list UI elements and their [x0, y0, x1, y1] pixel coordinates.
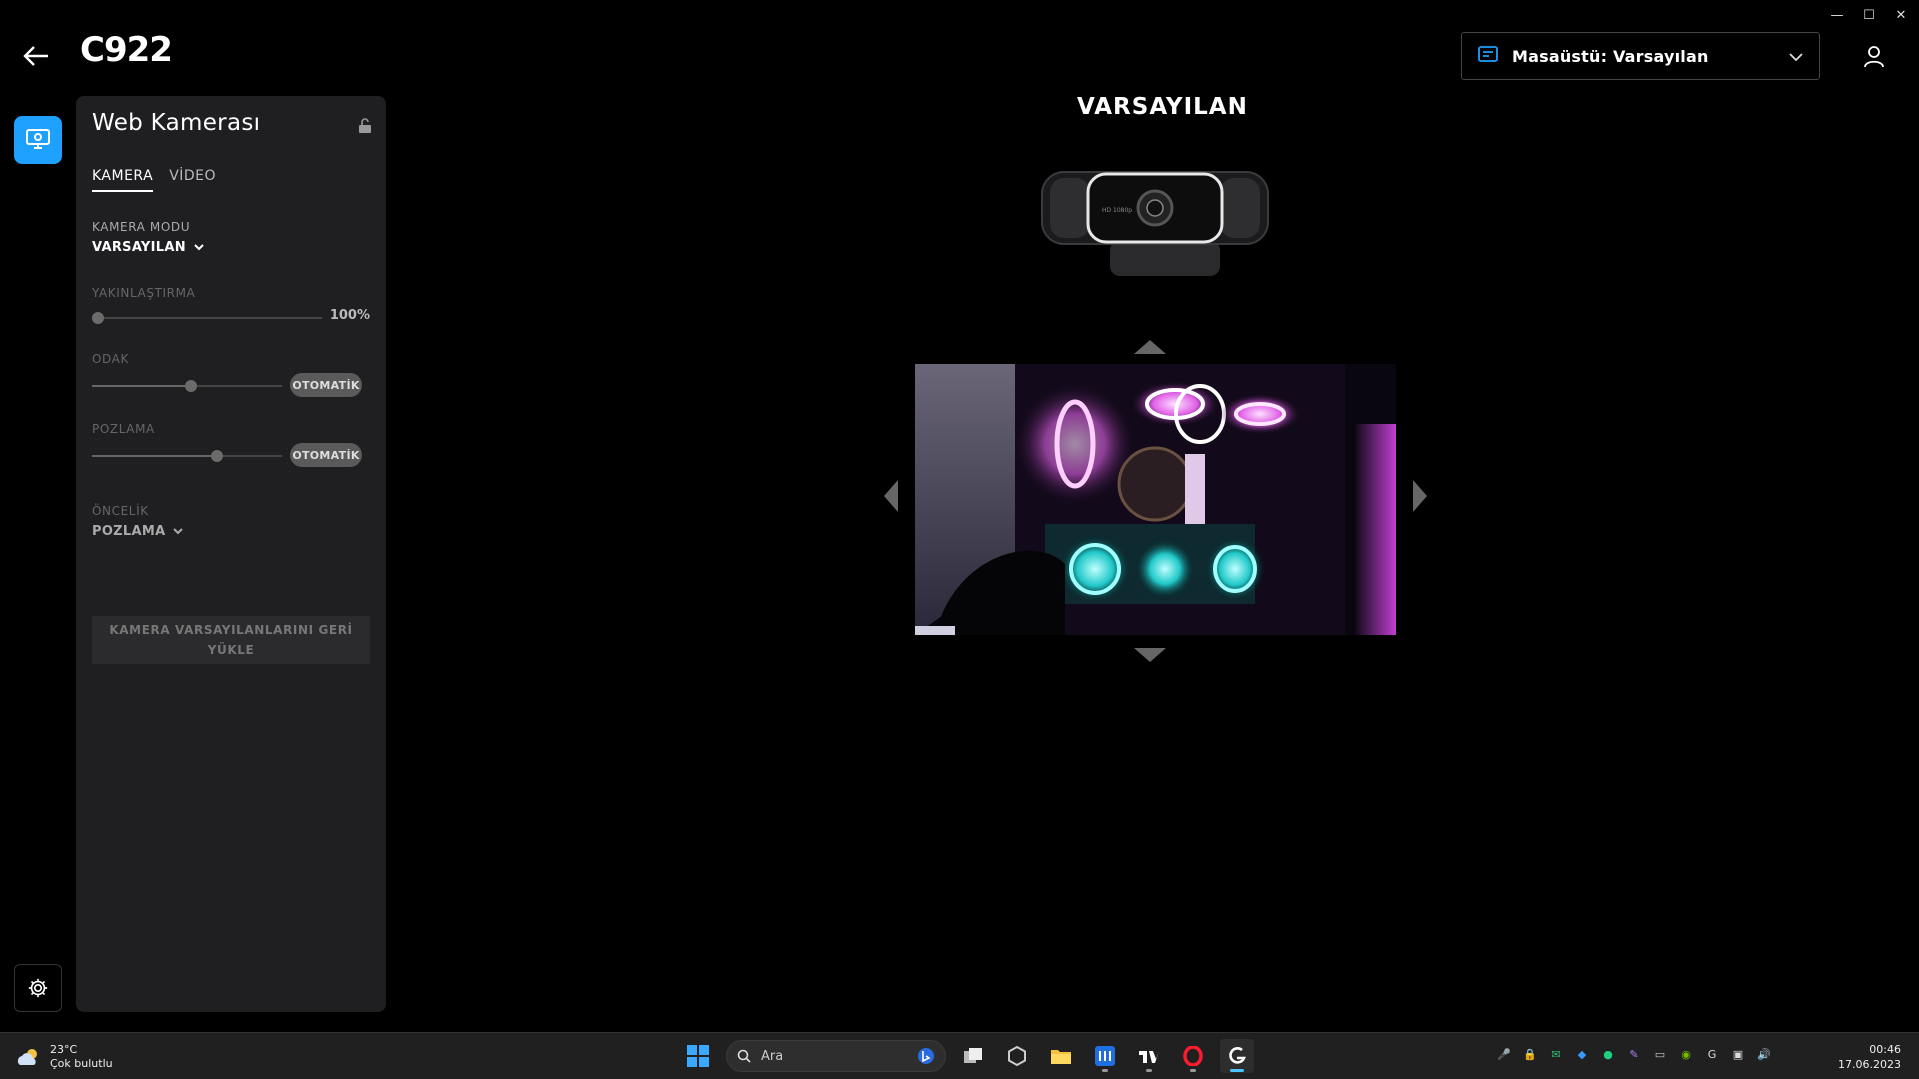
nvidia-icon[interactable]: ◉	[1678, 1046, 1694, 1062]
task-view-icon	[964, 1048, 982, 1063]
zoom-label: YAKINLAŞTIRMA	[92, 286, 196, 300]
panel-title: Web Kamerası	[92, 110, 261, 136]
app-icon-4[interactable]	[1088, 1039, 1122, 1073]
taskbar-apps: Ara	[680, 1038, 1254, 1074]
file-explorer-app[interactable]	[1044, 1039, 1078, 1073]
search-icon	[737, 1049, 751, 1063]
weather-desc: Çok bulutlu	[50, 1057, 113, 1070]
priority-label: ÖNCELİK	[92, 504, 149, 518]
tab-camera[interactable]: KAMERA	[92, 168, 154, 192]
pan-left-arrow-icon[interactable]	[882, 480, 898, 516]
tab-video[interactable]: VİDEO	[169, 168, 216, 192]
focus-auto-button[interactable]: OTOMATİK	[290, 373, 362, 397]
user-account-icon[interactable]	[1862, 44, 1886, 68]
tradingview-icon	[1139, 1051, 1159, 1063]
profile-selector[interactable]: Masaüstü: Varsayılan	[1461, 32, 1820, 80]
settings-button[interactable]	[14, 964, 62, 1012]
focus-slider-thumb[interactable]	[185, 380, 197, 392]
profile-icon	[1478, 46, 1498, 66]
maximize-button[interactable]: ☐	[1859, 6, 1879, 24]
bing-icon	[918, 1048, 934, 1064]
webcam-device-image: HD 1080p	[1040, 168, 1270, 280]
hexagon-app-icon	[1008, 1046, 1026, 1066]
camera-preview	[915, 364, 1396, 635]
pan-up-arrow-icon[interactable]	[1134, 338, 1166, 358]
focus-label: ODAK	[92, 352, 129, 366]
gear-icon	[28, 978, 48, 998]
webcam-icon	[26, 129, 50, 149]
exposure-auto-button[interactable]: OTOMATİK	[290, 443, 362, 467]
webcam-device-button[interactable]	[14, 116, 62, 164]
chevron-down-icon	[194, 244, 204, 251]
minimize-button[interactable]: —	[1827, 6, 1847, 24]
system-tray: 🎤 🔒 ✉ ◆ ● ✎ ▭ ◉ G ▣ 🔊	[1496, 1046, 1772, 1062]
logitech-g-icon	[1229, 1047, 1246, 1064]
unlock-icon[interactable]	[358, 118, 372, 134]
lock-tray-icon[interactable]: 🔒	[1522, 1046, 1538, 1062]
search-placeholder: Ara	[761, 1048, 784, 1064]
kaspersky-icon[interactable]: ●	[1600, 1046, 1616, 1062]
chevron-down-icon	[173, 528, 184, 535]
logitech-ghub-app[interactable]	[1220, 1039, 1254, 1073]
priority-value: POZLAMA	[92, 524, 166, 539]
priority-dropdown[interactable]: POZLAMA	[92, 524, 184, 539]
security-icon[interactable]: ◆	[1574, 1046, 1590, 1062]
windows-logo-icon	[687, 1045, 709, 1067]
zoom-value: 100%	[329, 308, 370, 323]
weather-widget[interactable]: 23°C Çok bulutlu	[16, 1043, 113, 1071]
window-controls: — ☐ ✕	[1827, 6, 1911, 24]
exposure-slider-thumb[interactable]	[211, 450, 223, 462]
feather-icon[interactable]: ✎	[1626, 1046, 1642, 1062]
focus-slider[interactable]	[92, 380, 282, 392]
device-title: C922	[80, 30, 173, 70]
network-icon[interactable]: ▣	[1730, 1046, 1746, 1062]
camera-mode-label: KAMERA MODU	[92, 220, 191, 234]
folder-icon	[1051, 1050, 1071, 1064]
chevron-down-icon	[1789, 47, 1803, 66]
pan-down-arrow-icon[interactable]	[1134, 648, 1166, 668]
profile-label: Masaüstü: Varsayılan	[1512, 46, 1709, 66]
close-button[interactable]: ✕	[1891, 6, 1911, 24]
svg-text:HD 1080p: HD 1080p	[1102, 207, 1132, 214]
mic-icon[interactable]: 🎤	[1496, 1046, 1512, 1062]
zoom-slider[interactable]	[92, 312, 322, 324]
exposure-slider[interactable]	[92, 450, 282, 462]
clock[interactable]: 00:46 17.06.2023	[1838, 1042, 1901, 1072]
opera-icon	[1183, 1046, 1203, 1066]
webcam-settings-panel: Web Kamerası KAMERA VİDEO KAMERA MODU VA…	[76, 96, 386, 1012]
blue-app-icon	[1095, 1046, 1115, 1066]
zoom-slider-thumb[interactable]	[92, 312, 104, 324]
opera-app[interactable]	[1176, 1039, 1210, 1073]
camera-mode-value: VARSAYILAN	[92, 240, 186, 255]
start-button[interactable]	[680, 1038, 716, 1074]
restore-camera-defaults-button[interactable]: KAMERA VARSAYILANLARINI GERİ YÜKLE	[92, 616, 370, 664]
tradingview-app[interactable]	[1132, 1039, 1166, 1073]
clock-time: 00:46	[1869, 1043, 1901, 1056]
app-icon-2[interactable]	[1000, 1039, 1034, 1073]
taskbar: 23°C Çok bulutlu Ara 🎤 🔒 ✉ ◆ ● ✎ ▭ ◉ G ▣…	[0, 1032, 1919, 1079]
mail-icon[interactable]: ✉	[1548, 1046, 1564, 1062]
weather-temp: 23°C	[50, 1043, 78, 1056]
panel-tabs: KAMERA VİDEO	[92, 168, 216, 192]
cloud-icon	[17, 1049, 37, 1065]
taskbar-search[interactable]: Ara	[726, 1040, 946, 1072]
volume-icon[interactable]: 🔊	[1756, 1046, 1772, 1062]
camera-mode-dropdown[interactable]: VARSAYILAN	[92, 240, 204, 255]
pan-right-arrow-icon[interactable]	[1413, 480, 1429, 516]
task-view-app[interactable]	[956, 1039, 990, 1073]
clock-date: 17.06.2023	[1838, 1058, 1901, 1071]
ghub-tray-icon[interactable]: G	[1704, 1046, 1720, 1062]
exposure-label: POZLAMA	[92, 422, 155, 436]
mode-title: VARSAYILAN	[1077, 94, 1248, 120]
back-arrow-icon[interactable]	[22, 44, 50, 68]
terminal-icon[interactable]: ▭	[1652, 1046, 1668, 1062]
